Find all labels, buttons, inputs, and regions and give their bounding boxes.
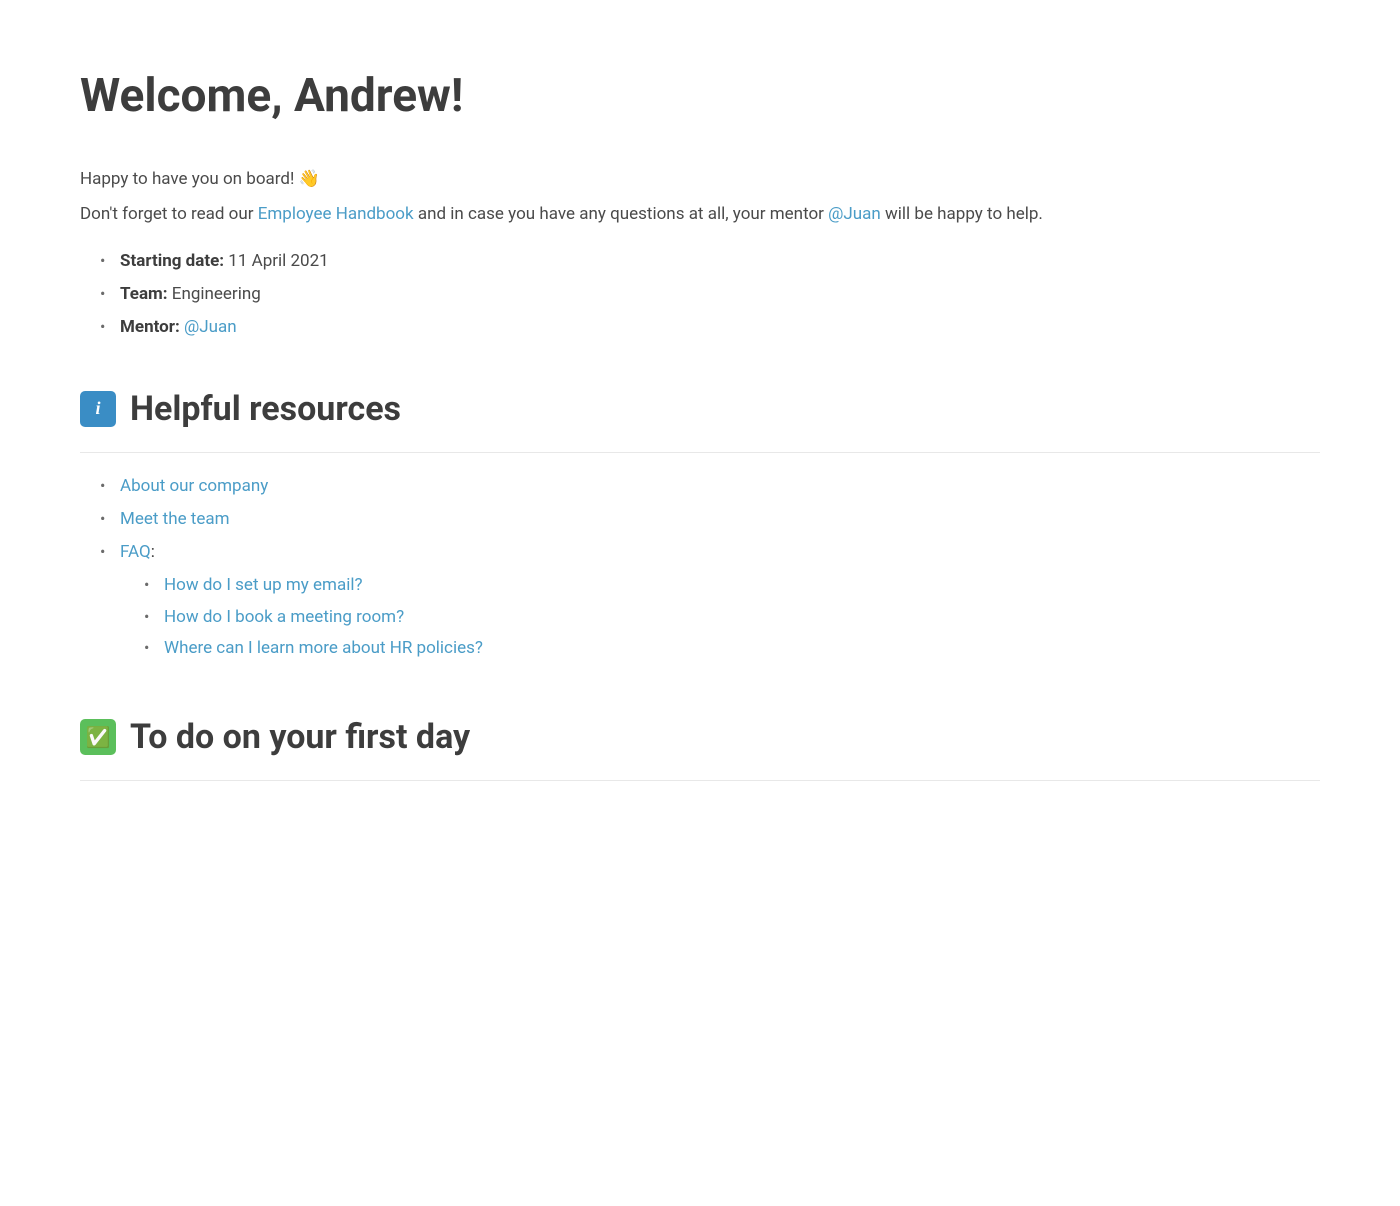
- resource-about-company: About our company: [100, 473, 1320, 500]
- team-item: Team: Engineering: [100, 281, 1320, 308]
- intro-pre-text: Don't forget to read our: [80, 204, 258, 224]
- page-title: Welcome, Andrew!: [80, 60, 1320, 134]
- employee-handbook-link[interactable]: Employee Handbook: [258, 204, 414, 224]
- starting-date-item: Starting date: 11 April 2021: [100, 248, 1320, 275]
- mentor-link[interactable]: @Juan: [184, 317, 237, 337]
- intro-mid-text: and in case you have any questions at al…: [414, 204, 829, 224]
- todo-section: ✅ To do on your first day: [80, 710, 1320, 781]
- mentor-label: Mentor:: [120, 317, 180, 337]
- faq-email-link[interactable]: How do I set up my email?: [164, 575, 363, 595]
- faq-hr-link[interactable]: Where can I learn more about HR policies…: [164, 638, 483, 658]
- starting-date-label: Starting date:: [120, 251, 224, 271]
- starting-date-value: 11 April 2021: [228, 251, 328, 271]
- intro-line1: Happy to have you on board! 👋: [80, 166, 1320, 193]
- team-label: Team:: [120, 284, 168, 304]
- helpful-resources-title: Helpful resources: [130, 382, 401, 436]
- faq-sublist: How do I set up my email? How do I book …: [144, 572, 1320, 662]
- todo-heading: ✅ To do on your first day: [80, 710, 1320, 781]
- details-list: Starting date: 11 April 2021 Team: Engin…: [100, 248, 1320, 342]
- faq-meeting-link[interactable]: How do I book a meeting room?: [164, 607, 404, 627]
- faq-hr-item: Where can I learn more about HR policies…: [144, 635, 1320, 662]
- check-icon: ✅: [80, 719, 116, 755]
- helpful-resources-heading: i Helpful resources: [80, 382, 1320, 453]
- meet-team-link[interactable]: Meet the team: [120, 509, 230, 529]
- faq-email-item: How do I set up my email?: [144, 572, 1320, 599]
- intro-post-text: will be happy to help.: [881, 204, 1043, 224]
- faq-meeting-item: How do I book a meeting room?: [144, 604, 1320, 631]
- about-company-link[interactable]: About our company: [120, 476, 268, 496]
- mentor-item: Mentor: @Juan: [100, 314, 1320, 341]
- mentor-link-intro[interactable]: @Juan: [828, 204, 881, 224]
- intro-line2: Don't forget to read our Employee Handbo…: [80, 201, 1320, 228]
- resources-list: About our company Meet the team FAQ: How…: [100, 473, 1320, 662]
- helpful-resources-section: i Helpful resources About our company Me…: [80, 382, 1320, 663]
- resource-faq: FAQ: How do I set up my email? How do I …: [100, 539, 1320, 662]
- team-value: Engineering: [172, 284, 261, 304]
- todo-title: To do on your first day: [130, 710, 470, 764]
- faq-colon: :: [151, 542, 155, 562]
- faq-link[interactable]: FAQ: [120, 542, 151, 562]
- info-icon: i: [80, 391, 116, 427]
- resource-meet-team: Meet the team: [100, 506, 1320, 533]
